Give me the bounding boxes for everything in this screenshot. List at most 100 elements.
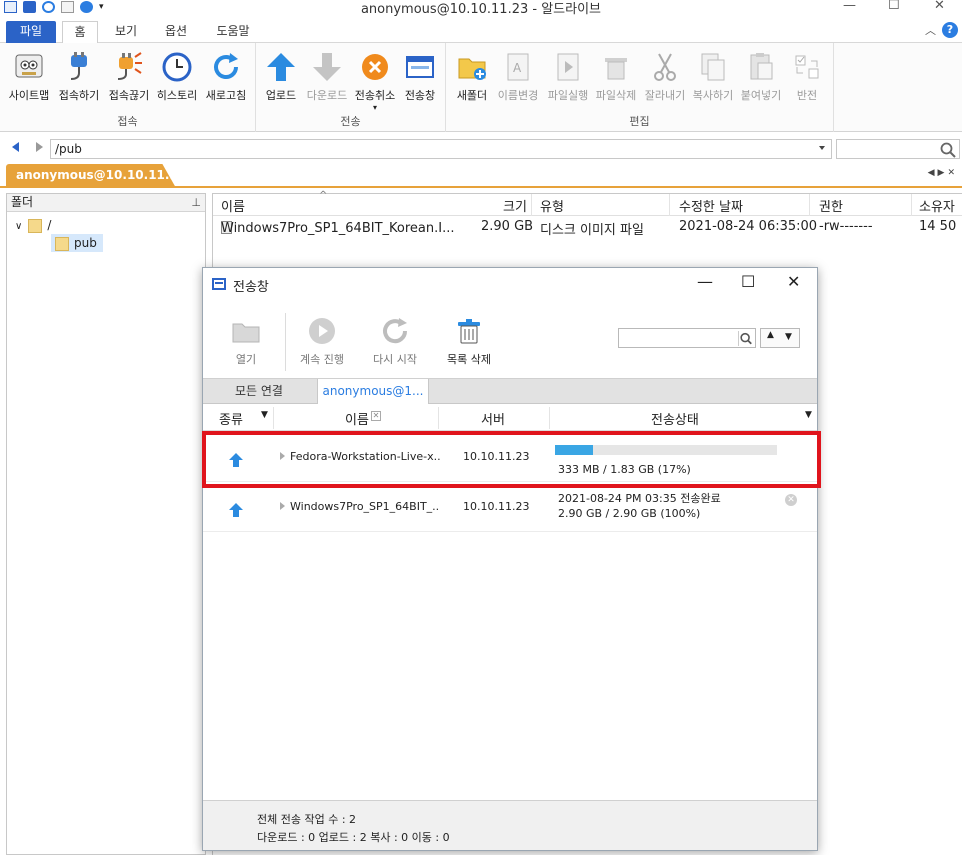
copy-button[interactable]: 복사하기: [690, 51, 736, 103]
rename-label: 이름변경: [497, 89, 539, 102]
tree-item-pub[interactable]: pub: [51, 234, 103, 252]
col-name[interactable]: 이름: [221, 196, 245, 215]
rename-button[interactable]: A 이름변경: [494, 51, 542, 103]
minimize-button[interactable]: —: [843, 0, 856, 13]
collapse-ribbon-icon[interactable]: ︿: [925, 22, 936, 38]
tw-maximize-button[interactable]: ☐: [741, 272, 755, 291]
run-file-button[interactable]: 파일실행: [544, 51, 592, 103]
col-permission[interactable]: 권한: [819, 196, 843, 215]
upload-button[interactable]: 업로드: [262, 51, 300, 103]
search-icon[interactable]: [940, 142, 956, 158]
transfer-name-cell: Windows7Pro_SP1_64BIT_...: [290, 500, 440, 513]
clear-list-button[interactable]: 목록 삭제: [441, 316, 497, 367]
tab-file[interactable]: 파일: [6, 21, 56, 43]
maximize-button[interactable]: ☐: [888, 0, 900, 13]
tab-options[interactable]: 옵션: [158, 21, 194, 43]
history-button[interactable]: 히스토리: [154, 51, 200, 103]
forward-arrow-icon[interactable]: [36, 142, 43, 152]
back-arrow-icon[interactable]: [12, 142, 19, 152]
search-prev-icon[interactable]: ▲: [767, 330, 774, 340]
col-kind[interactable]: 종류: [219, 409, 243, 428]
tw-close-button[interactable]: ✕: [787, 272, 800, 291]
tab-session[interactable]: anonymous@1...✕: [317, 379, 429, 421]
tree-item-root[interactable]: ∨ /: [15, 216, 51, 234]
transfer-list-header: 종류 ▼ 이름 서버 전송상태 ▼: [203, 405, 817, 431]
tab-all-connections[interactable]: 모든 연결: [203, 379, 315, 404]
column-divider[interactable]: [438, 407, 439, 429]
transfer-row[interactable]: Windows7Pro_SP1_64BIT_... 10.10.11.23 20…: [203, 486, 817, 532]
col-server[interactable]: 서버: [481, 409, 505, 428]
history-label: 히스토리: [156, 89, 198, 102]
column-divider[interactable]: [911, 194, 912, 216]
restart-button[interactable]: 다시 시작: [367, 316, 423, 367]
cancel-icon: [359, 51, 391, 83]
cancel-transfer-button[interactable]: 전송취소 ▾: [352, 51, 398, 112]
session-tab[interactable]: anonymous@10.10.11.23: [6, 164, 176, 188]
transfer-window-button[interactable]: 전송창: [400, 51, 440, 103]
unplug-icon: [113, 51, 145, 83]
help-icon[interactable]: ?: [942, 22, 958, 38]
cut-button[interactable]: 잘라내기: [642, 51, 688, 103]
path-dropdown-icon[interactable]: [819, 146, 825, 150]
open-button[interactable]: 열기: [221, 316, 271, 367]
column-divider[interactable]: [273, 407, 274, 429]
column-divider[interactable]: [549, 407, 550, 429]
cancel-dropdown-icon[interactable]: ▾: [352, 103, 398, 112]
disconnect-button[interactable]: 접속끊기: [106, 51, 152, 103]
connect-button[interactable]: 접속하기: [56, 51, 102, 103]
column-divider[interactable]: [669, 194, 670, 216]
tw-minimize-button[interactable]: —: [697, 272, 713, 291]
play-icon: [307, 316, 337, 346]
refresh-button[interactable]: 새로고침: [202, 51, 250, 103]
sitemap-label: 사이트맵: [8, 89, 50, 102]
tree-expand-icon[interactable]: ∨: [15, 221, 22, 232]
col-owner[interactable]: 소유자: [919, 196, 955, 215]
refresh-label: 새로고침: [205, 89, 247, 102]
search-next-icon[interactable]: ▼: [785, 332, 792, 342]
close-button[interactable]: ✕: [934, 0, 945, 13]
pin-icon[interactable]: ⊥: [191, 194, 201, 211]
paste-button[interactable]: 붙여넣기: [738, 51, 784, 103]
download-button[interactable]: 다운로드: [304, 51, 350, 103]
status-filter-icon[interactable]: ▼: [805, 410, 812, 420]
expand-row-icon[interactable]: [280, 502, 285, 510]
highlight-box: [202, 431, 821, 488]
delete-file-button[interactable]: 파일삭제: [592, 51, 640, 103]
table-row[interactable]: Windows7Pro_SP1_64BIT_Korean.I... 2.90 G…: [213, 217, 962, 238]
upload-label: 업로드: [265, 89, 297, 102]
session-strip-controls[interactable]: ◀▶✕: [928, 168, 958, 178]
col-status[interactable]: 전송상태: [651, 409, 699, 428]
paste-icon: [745, 51, 777, 83]
transfer-search-input[interactable]: [618, 328, 756, 348]
tab-view[interactable]: 보기: [108, 21, 144, 43]
kind-filter-icon[interactable]: ▼: [261, 410, 268, 420]
resume-button[interactable]: 계속 진행: [295, 316, 349, 367]
sitemap-button[interactable]: 사이트맵: [6, 51, 52, 103]
sitemap-icon: [13, 51, 45, 83]
tree-pub-label: pub: [74, 236, 97, 250]
tab-help[interactable]: 도움말: [210, 21, 256, 43]
transfer-window-title: 전송창: [233, 280, 269, 295]
tab-home[interactable]: 홈: [62, 21, 98, 44]
remove-row-icon[interactable]: ✕: [785, 494, 797, 506]
search-icon[interactable]: [738, 331, 753, 346]
tree-pub-selected: pub: [51, 234, 103, 252]
download-arrow-icon: [311, 51, 343, 83]
col-size[interactable]: 크기: [503, 196, 527, 215]
col-modified[interactable]: 수정한 날짜: [679, 196, 743, 215]
col-name[interactable]: 이름: [345, 409, 369, 428]
address-bar: /pub: [0, 137, 962, 161]
col-type[interactable]: 유형: [540, 196, 564, 215]
column-divider[interactable]: [809, 194, 810, 216]
open-label: 열기: [235, 353, 257, 366]
ribbon-group-transfer: 업로드 다운로드 전송취소 ▾ 전송창 전송: [256, 43, 446, 132]
cut-label: 잘라내기: [644, 89, 686, 102]
invert-selection-button[interactable]: 반전: [786, 51, 828, 103]
restart-label: 다시 시작: [373, 353, 417, 366]
new-folder-icon: [456, 51, 488, 83]
folder-icon: [55, 236, 69, 251]
file-search-input[interactable]: [836, 139, 960, 159]
new-folder-button[interactable]: 새폴더: [452, 51, 492, 103]
column-divider[interactable]: [531, 194, 532, 216]
path-input[interactable]: /pub: [50, 139, 832, 159]
